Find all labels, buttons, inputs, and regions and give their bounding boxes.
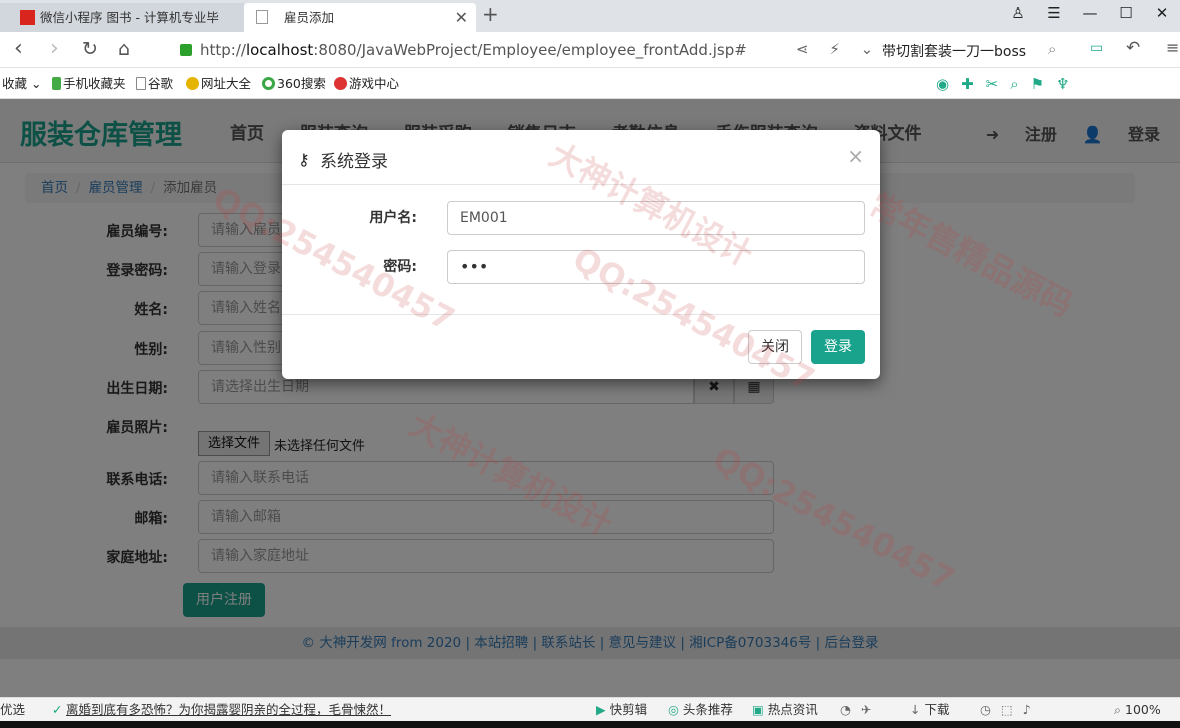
status-hot-news[interactable]: ▣ 热点资讯 bbox=[752, 698, 818, 722]
status-headlines[interactable]: ◎ 头条推荐 bbox=[668, 698, 733, 722]
status-quick-edit[interactable]: ▶ 快剪辑 bbox=[596, 698, 647, 722]
shirt-icon[interactable]: ♙ bbox=[1000, 0, 1036, 32]
tab-title: 雇员添加 bbox=[284, 10, 335, 25]
share-icon[interactable]: ⋖ ⚡ ⌄ bbox=[796, 40, 881, 58]
status-tools-icon[interactable]: ◔✈ bbox=[840, 698, 881, 722]
status-left[interactable]: 优选 bbox=[0, 698, 25, 722]
url-input[interactable]: http://localhost:8080/JavaWebProject/Emp… bbox=[170, 37, 870, 63]
login-modal: ⚷ 系统登录 × 用户名: EM001 密码: ••• 关闭 登录 bbox=[282, 130, 880, 379]
zoom-level[interactable]: ⌕ 100% bbox=[1114, 698, 1161, 722]
status-download[interactable]: ↓ 下载 bbox=[910, 698, 949, 722]
password-field[interactable]: ••• bbox=[447, 250, 865, 284]
home-icon[interactable]: ⌂ bbox=[118, 38, 130, 60]
undo-icon[interactable]: ↶ bbox=[1126, 38, 1140, 58]
modal-close-icon[interactable]: × bbox=[847, 144, 864, 168]
site-favicon-icon bbox=[20, 10, 35, 25]
login-button[interactable]: 登录 bbox=[811, 330, 865, 364]
page-icon bbox=[136, 77, 146, 90]
close-button[interactable]: 关闭 bbox=[748, 330, 802, 364]
password-row: 密码: ••• bbox=[282, 250, 880, 284]
window-controls: ♙ ☰ — ☐ ✕ bbox=[1000, 0, 1180, 32]
360-icon bbox=[262, 77, 275, 90]
key-icon: ⚷ bbox=[298, 150, 310, 169]
address-bar: ‹ › ↻ ⌂ http://localhost:8080/JavaWebPro… bbox=[0, 32, 1180, 68]
username-input[interactable]: EM001 bbox=[447, 201, 865, 235]
back-icon[interactable]: ‹ bbox=[14, 36, 23, 61]
username-label: 用户名: bbox=[369, 210, 417, 226]
modal-header: ⚷ 系统登录 × bbox=[282, 130, 880, 185]
more-menu-icon[interactable]: ≡ bbox=[1166, 38, 1179, 57]
bookmarks-bar: 收藏 ⌄ 手机收藏夹 谷歌 网址大全 360搜索 游戏中心 ◉✚✂⌕⚑♆ bbox=[0, 69, 1180, 99]
reload-icon[interactable]: ↻ bbox=[82, 38, 98, 60]
extension-icons[interactable]: ◉✚✂⌕⚑♆ bbox=[936, 69, 1082, 99]
bookmark-favorites[interactable]: 收藏 ⌄ bbox=[2, 69, 41, 99]
modal-footer-divider bbox=[282, 314, 880, 315]
status-utilities-icon[interactable]: ◷⬚♪ bbox=[980, 698, 1041, 722]
menu-icon[interactable]: ☰ bbox=[1036, 0, 1072, 32]
tab-employee-add[interactable]: 雇员添加 ✕ bbox=[244, 3, 476, 32]
phone-icon bbox=[52, 77, 61, 90]
taskbar-edge bbox=[0, 721, 1180, 728]
tab-title: 微信小程序 图书 - 计算机专业毕 bbox=[40, 10, 219, 25]
new-tab-button[interactable]: + bbox=[482, 2, 499, 26]
page-icon bbox=[256, 10, 268, 24]
battery-icon: ▭ bbox=[1090, 40, 1104, 56]
search-icon[interactable]: ⌕ bbox=[1048, 40, 1056, 58]
password-label: 密码: bbox=[383, 259, 417, 275]
browser-tab-strip: 微信小程序 图书 - 计算机专业毕 雇员添加 ✕ + ♙ ☰ — ☐ ✕ bbox=[0, 0, 1180, 32]
tab-close-icon[interactable]: ✕ bbox=[455, 3, 468, 32]
bookmark-360[interactable]: 360搜索 bbox=[262, 69, 326, 99]
maximize-button[interactable]: ☐ bbox=[1108, 0, 1144, 32]
bookmark-mobile[interactable]: 手机收藏夹 bbox=[52, 69, 126, 99]
globe-icon bbox=[186, 77, 199, 90]
modal-title: 系统登录 bbox=[320, 152, 388, 172]
forward-icon[interactable]: › bbox=[50, 36, 59, 61]
username-row: 用户名: EM001 bbox=[282, 201, 880, 235]
game-icon bbox=[334, 77, 347, 90]
minimize-button[interactable]: — bbox=[1072, 0, 1108, 32]
bookmark-games[interactable]: 游戏中心 bbox=[334, 69, 399, 99]
news-headline[interactable]: 离婚到底有多恐怖？为你揭露婴阴亲的全过程，毛骨悚然！ bbox=[66, 698, 391, 722]
secure-icon bbox=[180, 44, 192, 56]
bookmark-google[interactable]: 谷歌 bbox=[136, 69, 173, 99]
search-box[interactable]: 带切割套装一刀一boss bbox=[882, 41, 1026, 61]
tab-wechat-book[interactable]: 微信小程序 图书 - 计算机专业毕 bbox=[0, 3, 244, 32]
close-window-button[interactable]: ✕ bbox=[1144, 0, 1180, 32]
chevron-icon: ✓ bbox=[52, 702, 63, 717]
bookmark-hao123[interactable]: 网址大全 bbox=[186, 69, 251, 99]
